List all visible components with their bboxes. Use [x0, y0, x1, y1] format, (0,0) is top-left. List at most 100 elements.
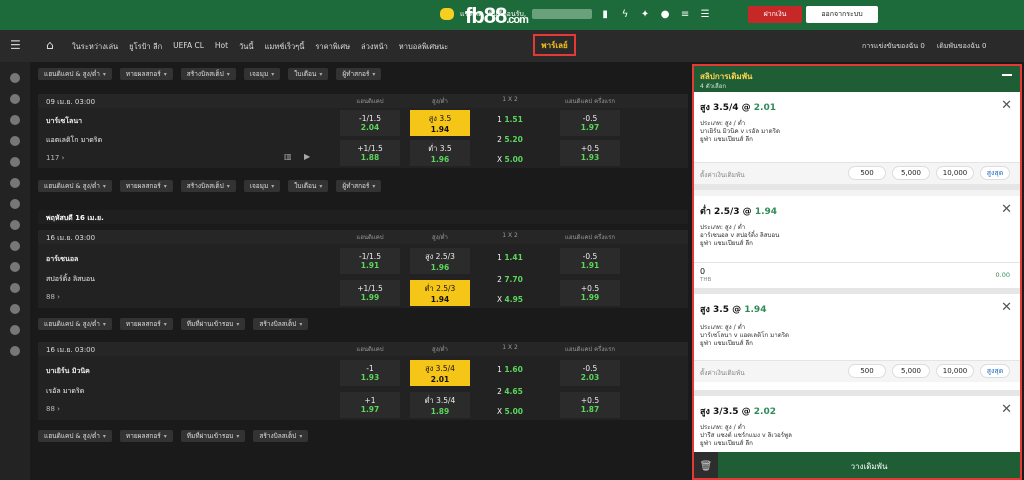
odds-1x2[interactable]: 2 7.70	[480, 272, 540, 288]
odds-cell[interactable]: +1/1.5 1.99	[340, 280, 400, 306]
stake-value[interactable]: 0	[700, 267, 705, 276]
list-icon[interactable]: ≡	[678, 9, 692, 20]
odds-1x2[interactable]: X 4.95	[480, 292, 540, 308]
filter-hdp-ou[interactable]: แฮนดิแคป & สูง/ต่ำ	[38, 180, 112, 192]
darts-icon[interactable]	[10, 325, 20, 335]
more-markets[interactable]: 117 ›	[46, 154, 64, 162]
nav-hot[interactable]: Hot	[215, 41, 228, 53]
user-icon[interactable]: ●	[658, 9, 672, 20]
play-icon[interactable]: ▶	[304, 152, 310, 161]
my-matches-link[interactable]: การแข่งขันของฉัน 0	[862, 41, 925, 52]
chat-icon[interactable]	[440, 8, 454, 20]
cricket-icon[interactable]	[10, 220, 20, 230]
home-team[interactable]: อาร์เซนอล	[46, 254, 78, 265]
odds-cell[interactable]: สูง 2.5/3 1.96	[410, 248, 470, 274]
odds-cell[interactable]: +0.5 1.99	[560, 280, 620, 306]
odds-cell[interactable]: -0.5 2.03	[560, 360, 620, 386]
nav-early[interactable]: ล่วงหน้า	[361, 41, 388, 53]
stake-input[interactable]: ตั้งค่าเงินเดิมพัน	[700, 368, 745, 378]
away-team[interactable]: สปอร์ติ้ง ลิสบอน	[46, 274, 95, 285]
nav-upcoming[interactable]: แมทช์เร็วๆนี้	[265, 41, 305, 53]
filter-build-bet[interactable]: สร้างบิลสเต็ป	[180, 68, 236, 80]
baseball-icon[interactable]	[10, 157, 20, 167]
basketball-icon[interactable]	[10, 115, 20, 125]
nav-inplay[interactable]: ในระหว่างเล่น	[72, 41, 118, 53]
filter-hdp-ou[interactable]: แฮนดิแคป & สูง/ต่ำ	[38, 318, 112, 330]
odds-cell[interactable]: ต่ำ 3.5 1.96	[410, 140, 470, 166]
filter-correct-score[interactable]: ทายผลสกอร์	[119, 318, 173, 330]
nav-europa[interactable]: ยูโรป้า ลีก	[129, 41, 162, 53]
away-team[interactable]: แอตเลติโก มาดริด	[46, 135, 102, 146]
filter-cards[interactable]: ใบเตือน	[288, 180, 329, 192]
snooker-icon[interactable]	[10, 346, 20, 356]
remove-selection-icon[interactable]: ✕	[1001, 202, 1012, 217]
chat-label[interactable]: แชทสด	[460, 9, 483, 20]
filter-cards[interactable]: ใบเตือน	[288, 68, 329, 80]
odds-cell[interactable]: +0.5 1.87	[560, 392, 620, 418]
filter-correct-score[interactable]: ทายผลสกอร์	[119, 180, 173, 192]
odds-cell[interactable]: -0.5 1.91	[560, 248, 620, 274]
football-icon[interactable]	[10, 178, 20, 188]
filter-build-bet[interactable]: สร้างบิลสเต็ป	[180, 180, 236, 192]
hamburger-icon[interactable]: ☰	[10, 38, 21, 52]
nav-today[interactable]: วันนี้	[239, 41, 253, 53]
nav-ucl[interactable]: UEFA CL	[173, 41, 204, 53]
hockey-icon[interactable]	[10, 199, 20, 209]
quick-stake-10000[interactable]: 10,000	[936, 364, 974, 378]
home-team[interactable]: บาร์เซโลนา	[46, 116, 82, 127]
filter-to-qualify[interactable]: ทีมที่ผ่านเข้ารอบ	[180, 430, 246, 442]
quick-stake-5000[interactable]: 5,000	[892, 364, 930, 378]
odds-1x2[interactable]: 2 5.20	[480, 132, 540, 148]
filter-scorer[interactable]: ผู้ทำสกอร์	[336, 68, 382, 80]
away-team[interactable]: เรอัล มาดริด	[46, 386, 84, 397]
filter-build-bet[interactable]: สร้างบิลสเต็ป	[253, 430, 309, 442]
filter-build-bet[interactable]: สร้างบิลสเต็ป	[253, 318, 309, 330]
logout-button[interactable]: ออกจากระบบ	[806, 6, 878, 23]
stake-input[interactable]: ตั้งค่าเงินเดิมพัน	[700, 170, 745, 180]
place-bet-button[interactable]: วางเดิมพัน	[718, 452, 1020, 478]
odds-1x2[interactable]: 1 1.51	[480, 112, 540, 128]
quick-stake-500[interactable]: 500	[848, 166, 886, 180]
nav-parlay-active[interactable]: พาร์เลย์	[533, 34, 576, 56]
rugby-icon[interactable]	[10, 304, 20, 314]
nav-special[interactable]: ราคาพิเศษ	[315, 41, 350, 53]
deposit-button[interactable]: ฝากเงิน	[748, 6, 802, 23]
more-markets[interactable]: 88 ›	[46, 293, 60, 301]
minimize-icon[interactable]	[1002, 74, 1012, 76]
stats-icon[interactable]: ▥	[284, 152, 292, 161]
odds-cell[interactable]: ต่ำ 3.5/4 1.89	[410, 392, 470, 418]
quick-stake-10000[interactable]: 10,000	[936, 166, 974, 180]
filter-correct-score[interactable]: ทายผลสกอร์	[119, 430, 173, 442]
filter-corners[interactable]: เจอมุม	[243, 68, 281, 80]
odds-cell[interactable]: +0.5 1.93	[560, 140, 620, 166]
soccer-icon[interactable]	[10, 73, 20, 83]
odds-cell[interactable]: -0.5 1.97	[560, 110, 620, 136]
trash-icon[interactable]: 🗑	[694, 452, 718, 478]
odds-1x2[interactable]: 1 1.60	[480, 362, 540, 378]
odds-1x2[interactable]: 1 1.41	[480, 250, 540, 266]
filter-correct-score[interactable]: ทายผลสกอร์	[119, 68, 173, 80]
filter-to-qualify[interactable]: ทีมที่ผ่านเข้ารอบ	[180, 318, 246, 330]
remove-selection-icon[interactable]: ✕	[1001, 402, 1012, 417]
nav-special-search[interactable]: หาบอลพิเศษนะ	[399, 41, 448, 53]
odds-cell-selected[interactable]: สูง 3.5/4 2.01	[410, 360, 470, 386]
quick-stake-500[interactable]: 500	[848, 364, 886, 378]
odds-cell[interactable]: +1 1.97	[340, 392, 400, 418]
home-team[interactable]: บาเยิร์น มิวนิค	[46, 366, 90, 377]
odds-cell[interactable]: +1/1.5 1.88	[340, 140, 400, 166]
my-bets-link[interactable]: เดิมพันของฉัน 0	[937, 41, 987, 52]
badminton-icon[interactable]	[10, 241, 20, 251]
golf-icon[interactable]	[10, 283, 20, 293]
odds-cell-selected[interactable]: ต่ำ 2.5/3 1.94	[410, 280, 470, 306]
odds-cell[interactable]: -1/1.5 2.04	[340, 110, 400, 136]
filter-hdp-ou[interactable]: แฮนดิแคป & สูง/ต่ำ	[38, 430, 112, 442]
filter-hdp-ou[interactable]: แฮนดิแคป & สูง/ต่ำ	[38, 68, 112, 80]
odds-cell-selected[interactable]: สูง 3.5 1.94	[410, 110, 470, 136]
odds-1x2[interactable]: 2 4.65	[480, 384, 540, 400]
promo-icon[interactable]: ✦	[638, 9, 652, 20]
clock-icon[interactable]	[10, 94, 20, 104]
max-stake-button[interactable]: สูงสุด	[980, 166, 1010, 180]
menu-icon[interactable]: ☰	[698, 9, 712, 20]
remove-selection-icon[interactable]: ✕	[1001, 98, 1012, 113]
quick-stake-5000[interactable]: 5,000	[892, 166, 930, 180]
